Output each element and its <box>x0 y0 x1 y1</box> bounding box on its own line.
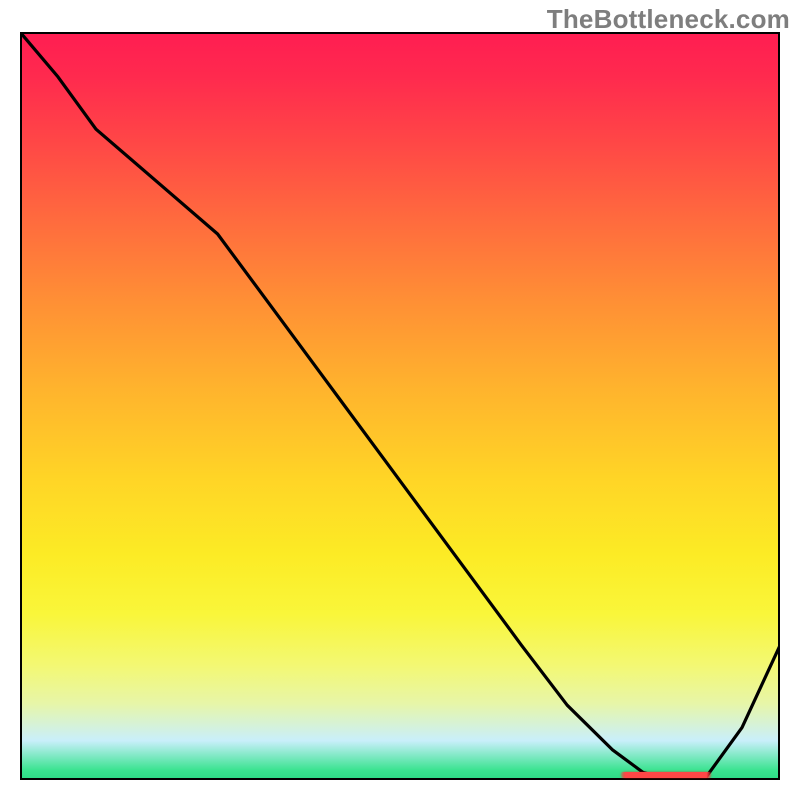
plot-area <box>20 32 780 780</box>
gradient-background <box>20 32 780 780</box>
watermark-text: TheBottleneck.com <box>547 4 790 35</box>
highlight-marker <box>620 772 711 778</box>
chart-stage: TheBottleneck.com <box>0 0 800 800</box>
